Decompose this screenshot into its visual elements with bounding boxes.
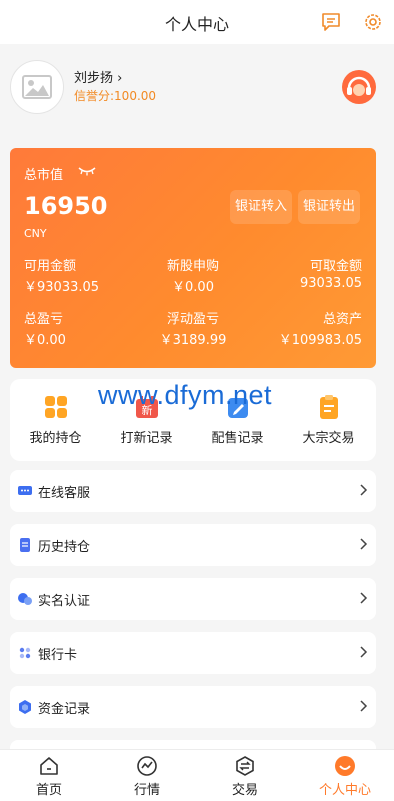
tab-home[interactable]: 首页: [0, 750, 98, 801]
chevron-right-icon: ›: [117, 71, 123, 86]
profile-icon: [335, 756, 355, 776]
document-icon: [20, 538, 30, 552]
quick-action-label: 大宗交易: [302, 431, 355, 446]
credit-score: 信誉分:100.00: [74, 89, 157, 103]
menu-item-label: 银行卡: [38, 648, 78, 663]
menu-item-history-positions[interactable]: 历史持仓: [10, 524, 376, 566]
currency-label: CNY: [24, 227, 47, 240]
chevron-right-icon: [360, 592, 368, 604]
quick-action-positions[interactable]: 我的持仓: [10, 379, 101, 461]
menu-item-bank-card[interactable]: 银行卡: [10, 632, 376, 674]
username[interactable]: 刘步扬 ›: [74, 67, 122, 86]
total-market-value-label: 总市值: [24, 168, 64, 183]
total-market-value: 16950: [24, 192, 108, 220]
total-assets-value: ￥109983.05: [278, 333, 362, 348]
tab-label: 个人中心: [318, 783, 371, 798]
tab-market[interactable]: 行情: [98, 750, 196, 801]
menu-item-fund-records[interactable]: 资金记录: [10, 686, 376, 728]
withdrawable-amount-value: 93033.05: [299, 276, 362, 291]
transfer-in-button[interactable]: 银证转入: [230, 190, 292, 224]
market-icon: [137, 756, 157, 776]
fund-icon: [19, 700, 31, 714]
profile-section: 刘步扬 › 信誉分:100.00: [0, 44, 394, 134]
tab-profile[interactable]: 个人中心: [296, 750, 394, 801]
grid-icon: [45, 396, 67, 418]
avatar[interactable]: [10, 60, 64, 114]
chat-icon: [18, 486, 32, 495]
withdrawable-amount-label: 可取金额: [309, 259, 362, 274]
trade-icon: [236, 756, 254, 776]
bottom-tab-bar: 首页 行情 交易 个人中心: [0, 749, 394, 801]
clipboard-icon: [320, 395, 338, 419]
image-placeholder-icon: [22, 75, 52, 99]
card-icon: [19, 647, 31, 659]
watermark-text: www.dfym.net: [98, 380, 273, 410]
asset-summary-card: 总市值 16950 CNY 银证转入 银证转出 可用金额 新股申购 可取金额 ￥…: [10, 148, 376, 368]
customer-service-icon[interactable]: [340, 68, 378, 106]
tab-label: 行情: [133, 783, 160, 798]
total-assets-label: 总资产: [322, 312, 362, 327]
menu-item-label: 在线客服: [38, 486, 91, 501]
chevron-right-icon: [360, 646, 368, 658]
menu-item-label: 资金记录: [38, 702, 91, 717]
menu-item-label: 实名认证: [38, 594, 91, 609]
chevron-right-icon: [360, 484, 368, 496]
menu-item-online-service[interactable]: 在线客服: [10, 470, 376, 512]
home-icon: [40, 757, 58, 775]
quick-action-block-trade[interactable]: 大宗交易: [283, 379, 374, 461]
tab-label: 首页: [35, 783, 62, 798]
tab-label: 交易: [231, 783, 258, 798]
top-nav-bar: 个人中心: [0, 0, 394, 44]
menu-item-real-name-verification[interactable]: 实名认证: [10, 578, 376, 620]
floating-pnl-label: 浮动盈亏: [166, 312, 219, 327]
id-icon: [18, 593, 32, 605]
transfer-out-button[interactable]: 银证转出: [298, 190, 360, 224]
quick-action-label: 配售记录: [211, 431, 264, 446]
tab-trade[interactable]: 交易: [196, 750, 294, 801]
message-icon[interactable]: [320, 11, 342, 33]
gear-icon[interactable]: [362, 11, 384, 33]
quick-action-label: 我的持仓: [29, 431, 82, 446]
quick-action-label: 打新记录: [120, 431, 173, 446]
chevron-right-icon: [360, 700, 368, 712]
eye-closed-icon[interactable]: [78, 166, 96, 176]
menu-item-label: 历史持仓: [38, 540, 91, 555]
chevron-right-icon: [360, 538, 368, 550]
